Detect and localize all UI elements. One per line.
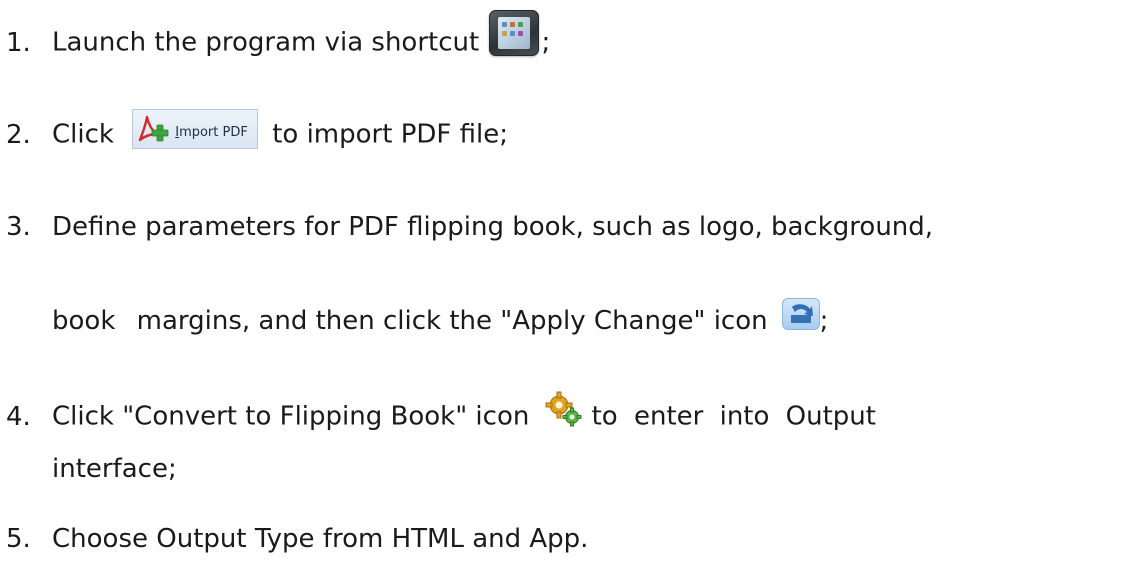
step-text-line-2: interface; <box>52 454 177 484</box>
apply-change-icon[interactable] <box>781 297 820 330</box>
step-text: Click "Convert to Flipping Book" icon <box>52 401 530 432</box>
step-suffix: ; <box>541 27 551 58</box>
import-pdf-label: Import PDF <box>175 125 248 140</box>
step-1: 1. Launch the program via shortcut ; <box>6 10 551 66</box>
step-text: Launch the program via shortcut <box>52 27 480 58</box>
step-number: 4. <box>6 401 31 432</box>
step-4: 4. Click "Convert to Flipping Book" icon … <box>6 391 876 436</box>
step-4-continued: interface; <box>52 452 177 486</box>
import-pdf-button[interactable]: Import PDF <box>132 109 259 149</box>
step-2: 2. Click Import PDF to import PDF file; <box>6 109 508 155</box>
step-text: Click <box>52 119 114 150</box>
tablet-icon <box>489 10 540 56</box>
step-number: 3. <box>6 212 31 242</box>
step-5: 5. Choose Output Type from HTML and App. <box>6 522 588 556</box>
step-number: 2. <box>6 119 31 150</box>
step-text-line-1: Define parameters for PDF flipping book,… <box>52 212 934 242</box>
step-suffix: ; <box>819 306 829 336</box>
step-number: 5. <box>6 524 31 554</box>
step-number: 1. <box>6 27 31 58</box>
gear-icon[interactable] <box>544 390 584 428</box>
step-text-after: to enter into Output <box>591 401 876 432</box>
plus-icon <box>151 124 169 142</box>
step-3-continued: book margins, and then click the "Apply … <box>52 297 829 338</box>
step-3: 3. Define parameters for PDF flipping boo… <box>6 210 933 244</box>
step-text-after: to import PDF file; <box>272 119 508 150</box>
step-text: Choose Output Type from HTML and App. <box>52 524 589 554</box>
step-text-line-2: book margins, and then click the "Apply … <box>52 306 768 336</box>
